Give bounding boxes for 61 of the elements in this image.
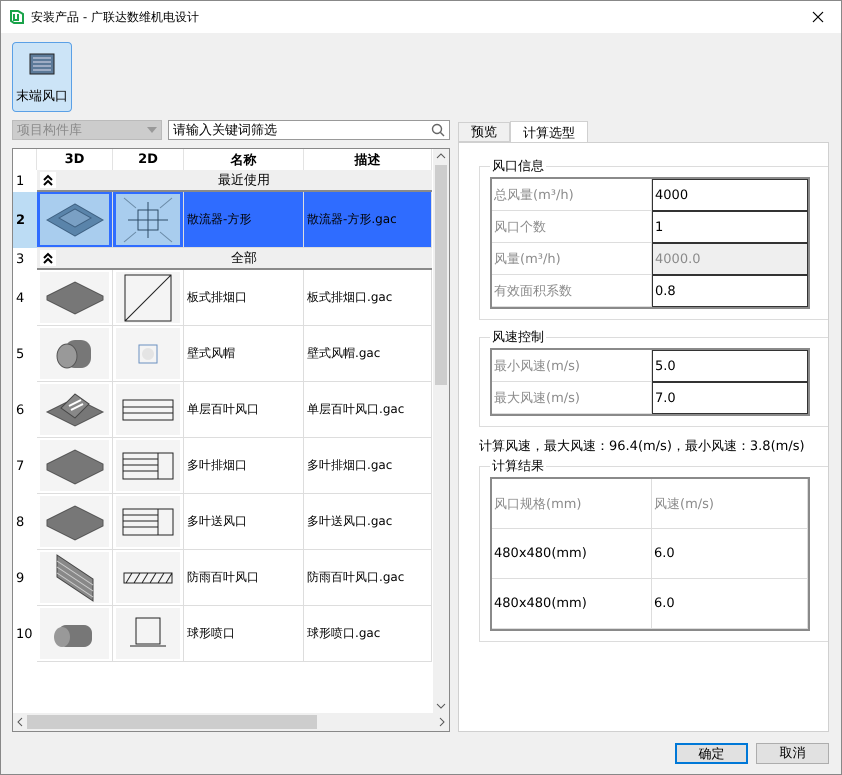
group-toggle[interactable] [40,250,56,266]
column-header: 风速(m/s) [652,479,808,529]
description-cell[interactable]: 单层百叶风口.gac [304,382,432,438]
description-cell[interactable]: 球形喷口.gac [304,606,432,662]
app-logo-icon [9,9,25,25]
tab[interactable]: 预览 [458,122,510,142]
input-field[interactable]: 7.0 [652,382,808,414]
input-field[interactable]: 1 [652,211,808,243]
table-cell: 480x480(mm) [492,529,652,579]
category-button[interactable]: 末端风口 [12,42,72,112]
table-cell: 480x480(mm) [492,579,652,629]
grille-icon [29,53,55,75]
search-icon [431,123,445,137]
table-cell: 6.0 [652,529,808,579]
louver-symbol [122,398,174,420]
collapse-icon [42,174,54,186]
row-number: 2 [13,192,37,248]
input-field[interactable]: 4000 [652,179,808,211]
group-title: 计算结果 [491,458,545,475]
tab[interactable]: 计算选型 [510,121,588,143]
scroll-right-icon[interactable] [439,717,445,727]
summary-text: 计算风速，最大风速：96.4(m/s)，最小风速：3.8(m/s) [479,438,806,455]
name-cell[interactable]: 多叶送风口 [184,494,304,550]
column-header: 风口规格(mm) [492,479,652,529]
scroll-down-icon[interactable] [436,703,446,709]
group-header: 全部 [37,248,432,270]
description-cell[interactable]: 散流器-方形.gac [304,192,432,248]
vertical-scrollbar[interactable] [433,149,449,713]
group-toggle[interactable] [40,172,56,188]
close-icon [812,11,824,23]
window-title: 安装产品 - 广联达数维机电设计 [31,8,200,26]
table-cell: 6.0 [652,579,808,629]
name-cell[interactable]: 板式排烟口 [184,270,304,326]
name-cell[interactable]: 球形喷口 [184,606,304,662]
description-cell[interactable]: 多叶送风口.gac [304,494,432,550]
dialog-button[interactable]: 确定 [675,742,748,764]
description-cell[interactable]: 壁式风帽.gac [304,326,432,382]
multi-blade-symbol [122,508,174,536]
name-cell[interactable]: 多叶排烟口 [184,438,304,494]
dropdown-caret-icon [147,127,157,133]
collapse-icon [42,252,54,264]
name-cell[interactable]: 散流器-方形 [184,192,304,248]
dialog-button[interactable]: 取消 [756,742,829,764]
description-cell[interactable]: 防雨百叶风口.gac [304,550,432,606]
scroll-left-icon[interactable] [17,717,23,727]
group-header: 最近使用 [37,170,432,192]
scroll-up-icon[interactable] [436,153,446,159]
horizontal-scrollbar[interactable] [13,713,449,731]
multi-blade-symbol [122,452,174,480]
name-cell[interactable]: 壁式风帽 [184,326,304,382]
name-cell[interactable]: 单层百叶风口 [184,382,304,438]
input-field[interactable]: 5.0 [652,350,808,382]
hatched-symbol [122,570,174,584]
description-cell[interactable]: 多叶排烟口.gac [304,438,432,494]
name-cell[interactable]: 防雨百叶风口 [184,550,304,606]
description-cell[interactable]: 板式排烟口.gac [304,270,432,326]
square-diagonal-symbol [123,272,173,322]
group-title: 风口信息 [491,158,545,175]
search-field[interactable]: 请输入关键词筛选 [168,120,450,140]
input-field[interactable]: 0.8 [652,275,808,307]
group-title: 风速控制 [491,329,545,346]
